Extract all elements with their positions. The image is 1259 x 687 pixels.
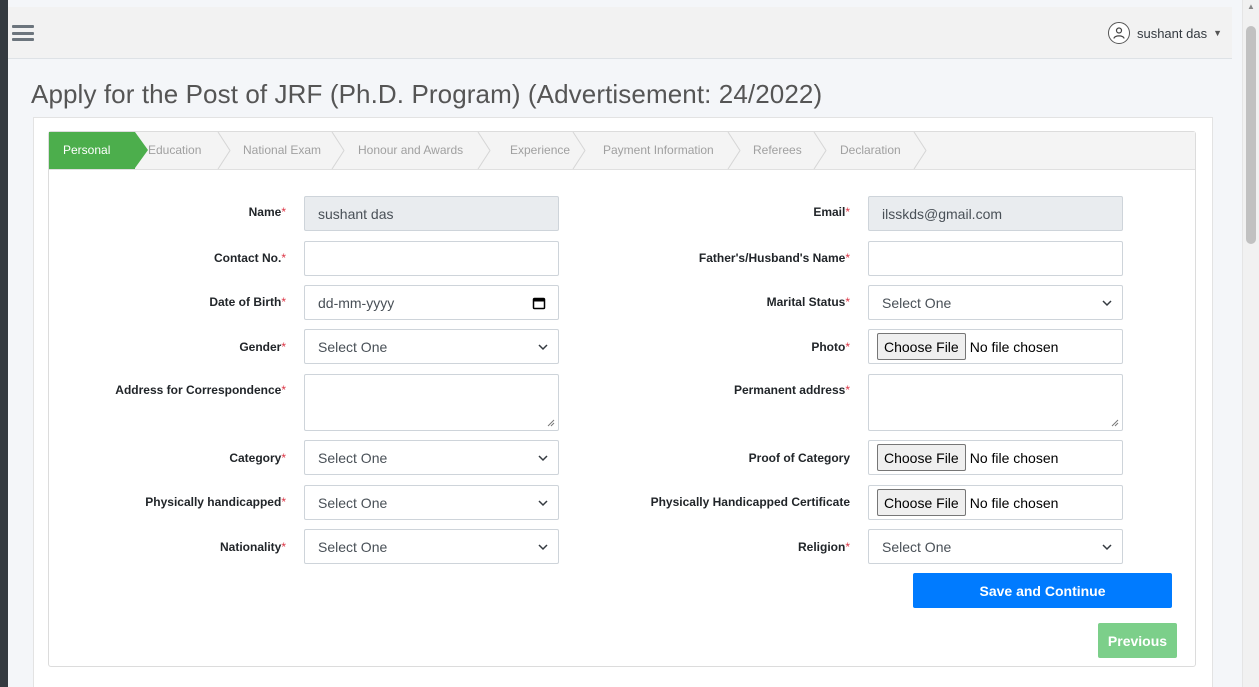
step-separator-icon xyxy=(813,132,827,169)
step-separator-icon xyxy=(913,132,927,169)
nationality-label: Nationality* xyxy=(219,540,286,554)
step-experience[interactable]: Experience xyxy=(510,132,570,169)
proof-category-choose-file-button[interactable]: Choose File xyxy=(877,444,966,471)
page-scrollbar[interactable]: ▲ xyxy=(1242,0,1259,687)
religion-label: Religion* xyxy=(797,540,850,554)
user-avatar-icon xyxy=(1107,22,1130,44)
permanent-address-label: Permanent address* xyxy=(733,383,850,397)
step-declaration[interactable]: Declaration xyxy=(840,132,901,169)
photo-choose-file-button[interactable]: Choose File xyxy=(877,333,966,360)
handicapped-label: Physically handicapped* xyxy=(145,495,286,509)
marital-status-label: Marital Status* xyxy=(766,295,850,309)
gender-select[interactable]: Select One xyxy=(304,329,559,364)
caret-down-icon: ▼ xyxy=(1213,28,1222,38)
step-separator-icon xyxy=(727,132,741,169)
name-label: Name* xyxy=(248,205,286,219)
resize-grip-icon[interactable] xyxy=(1111,419,1119,427)
wizard-steps: Personal Education National Exam Honour … xyxy=(49,132,1195,170)
gender-label: Gender* xyxy=(239,340,286,354)
scroll-up-arrow-icon[interactable]: ▲ xyxy=(1247,2,1255,11)
dob-input[interactable]: dd-mm-yyyy xyxy=(304,285,559,320)
address-correspondence-textarea[interactable] xyxy=(304,374,559,431)
photo-label: Photo* xyxy=(811,340,850,354)
sidebar-edge xyxy=(0,0,8,687)
father-name-input[interactable] xyxy=(868,241,1123,276)
father-name-label: Father's/Husband's Name* xyxy=(698,251,850,265)
email-label: Email* xyxy=(813,205,850,219)
proof-category-file-input[interactable]: Choose File No file chosen xyxy=(868,440,1123,475)
resize-grip-icon[interactable] xyxy=(547,419,555,427)
step-separator-icon xyxy=(572,132,586,169)
previous-button[interactable]: Previous xyxy=(1098,623,1177,658)
user-name: sushant das xyxy=(1136,25,1208,41)
dob-label: Date of Birth* xyxy=(209,295,286,309)
chevron-down-icon xyxy=(538,455,548,462)
step-separator-icon xyxy=(477,132,491,169)
handicapped-certificate-choose-file-button[interactable]: Choose File xyxy=(877,489,966,516)
hamburger-menu-icon[interactable] xyxy=(12,25,34,41)
handicapped-select[interactable]: Select One xyxy=(304,485,559,520)
contact-label: Contact No.* xyxy=(213,251,286,265)
chevron-down-icon xyxy=(538,544,548,551)
step-national-exam[interactable]: National Exam xyxy=(243,132,321,169)
step-payment-information[interactable]: Payment Information xyxy=(603,132,714,169)
step-referees[interactable]: Referees xyxy=(753,132,802,169)
marital-status-select[interactable]: Select One xyxy=(868,285,1123,320)
permanent-address-textarea[interactable] xyxy=(868,374,1123,431)
chevron-down-icon xyxy=(1102,544,1112,551)
calendar-icon[interactable] xyxy=(532,296,546,310)
name-input[interactable]: sushant das xyxy=(304,196,559,231)
address-correspondence-label: Address for Correspondence* xyxy=(115,383,286,397)
handicapped-certificate-file-status: No file chosen xyxy=(969,494,1059,511)
chevron-down-icon xyxy=(538,344,548,351)
photo-file-status: No file chosen xyxy=(969,338,1059,355)
proof-category-file-status: No file chosen xyxy=(969,449,1059,466)
chevron-down-icon xyxy=(538,500,548,507)
category-select[interactable]: Select One xyxy=(304,440,559,475)
handicapped-certificate-file-input[interactable]: Choose File No file chosen xyxy=(868,485,1123,520)
step-separator-icon xyxy=(217,132,231,169)
category-label: Category* xyxy=(229,451,286,465)
contact-input[interactable] xyxy=(304,241,559,276)
step-separator-icon xyxy=(331,132,345,169)
step-honour-awards[interactable]: Honour and Awards xyxy=(358,132,463,169)
email-input[interactable]: ilsskds@gmail.com xyxy=(868,196,1123,231)
handicapped-certificate-label: Physically Handicapped Certificate xyxy=(650,495,850,509)
save-and-continue-button[interactable]: Save and Continue xyxy=(913,573,1172,608)
page-title: Apply for the Post of JRF (Ph.D. Program… xyxy=(31,79,823,109)
top-navbar: sushant das ▼ xyxy=(8,7,1232,59)
chevron-down-icon xyxy=(1102,300,1112,307)
photo-file-input[interactable]: Choose File No file chosen xyxy=(868,329,1123,364)
step-education[interactable]: Education xyxy=(148,132,201,169)
user-menu[interactable]: sushant das ▼ xyxy=(1107,22,1222,44)
scroll-thumb[interactable] xyxy=(1246,26,1256,244)
religion-select[interactable]: Select One xyxy=(868,529,1123,564)
step-personal[interactable]: Personal xyxy=(49,132,148,169)
nationality-select[interactable]: Select One xyxy=(304,529,559,564)
proof-category-label: Proof of Category xyxy=(748,451,850,465)
